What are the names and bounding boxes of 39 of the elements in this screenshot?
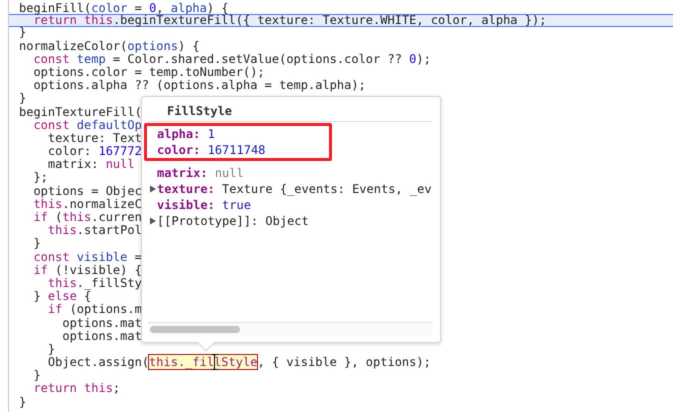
code-line: options.color = temp.toNumber(); <box>32 66 265 80</box>
code-line: } <box>19 26 26 40</box>
code-line: } <box>32 237 41 251</box>
property-row-text: color: 16711748 <box>156 142 266 158</box>
code-line: this.normalizeC <box>32 198 142 212</box>
property-row-text: visible: true <box>156 197 252 213</box>
code-line: options = Objec <box>32 184 142 198</box>
code-line: } <box>32 369 41 382</box>
code-line: options.mat <box>61 330 142 343</box>
horizontal-scrollbar[interactable] <box>148 322 432 336</box>
popover-title: FillStyle <box>148 101 432 122</box>
expand-triangle-icon[interactable] <box>149 217 157 225</box>
code-line: matrix: null <box>46 158 135 172</box>
property-row-text: matrix: null <box>156 165 245 181</box>
code-line: return this; <box>32 382 120 396</box>
code-line: options.alpha ?? (options.alpha = temp.alpha); <box>32 79 366 92</box>
code-line: } <box>46 342 56 356</box>
property-row[interactable]: [[Prototype]]: Object <box>150 213 433 229</box>
property-row-text: alpha: 1 <box>156 126 216 142</box>
code-line: if (this.curren <box>32 211 142 224</box>
code-line: } else { <box>32 290 92 304</box>
code-line: beginFill(color = 0, alpha) { <box>19 2 229 15</box>
code-line: this._fillSty <box>46 276 142 290</box>
code-line: color: 167772 <box>46 145 142 158</box>
code-line: } <box>19 396 26 409</box>
code-line: if (options.m <box>46 303 142 317</box>
code-line: }; <box>32 171 48 185</box>
code-line: texture: Text <box>46 132 142 146</box>
code-line: return this.beginTextureFill({ texture: Texture.WHITE, color, alpha }); <box>33 14 546 28</box>
code-line: const temp = Color.shared.setValue(options.color ?? 0); <box>33 52 431 66</box>
code-line: if (!visible) { <box>32 264 142 277</box>
code-line: normalizeColor(options) { <box>19 40 200 53</box>
code-line: const defaultOp <box>33 118 142 132</box>
code-line: beginTextureFill( <box>19 106 142 119</box>
code-line: this.startPol <box>46 224 142 238</box>
expand-triangle-icon[interactable] <box>149 185 157 193</box>
property-row[interactable]: texture: Texture {_events: Events, _ev <box>150 181 433 197</box>
code-line: options.mat <box>61 316 142 330</box>
code-line: } <box>19 92 26 106</box>
